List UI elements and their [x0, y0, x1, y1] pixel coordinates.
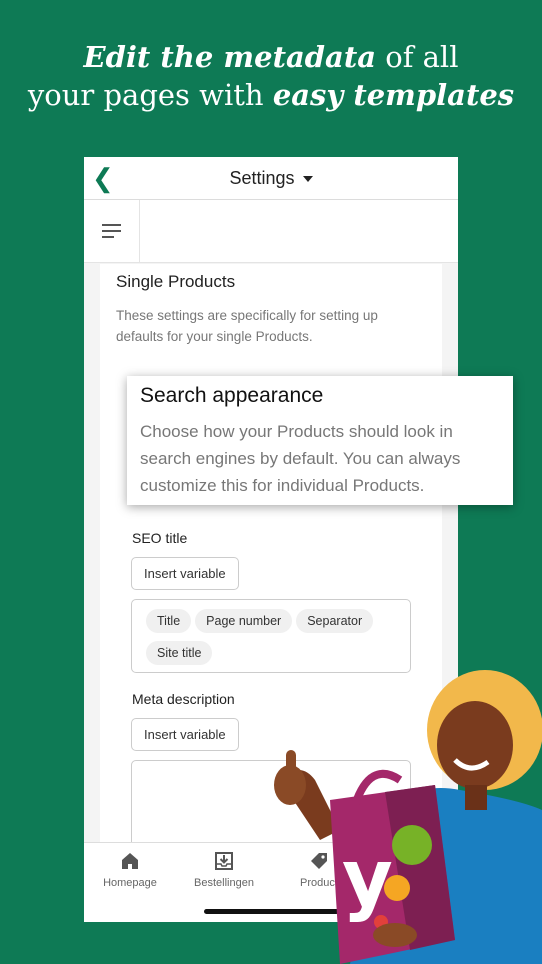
headline-emphasis: easy templates: [272, 78, 515, 112]
section-title: Single Products: [116, 272, 236, 291]
seo-title-label: SEO title: [132, 530, 188, 546]
variable-chip[interactable]: Title: [146, 609, 192, 633]
inbox-download-icon: [215, 852, 233, 870]
menu-icon: [102, 224, 121, 226]
callout-description: Choose how your Products should look in …: [140, 422, 461, 495]
seo-title-input[interactable]: Title Page number Separator Site title: [131, 599, 411, 673]
page-title: Settings: [229, 167, 295, 188]
callout-title: Search appearance: [140, 384, 324, 407]
headline-text: of all: [376, 40, 459, 74]
home-icon: [122, 853, 138, 869]
sub-bar: [84, 200, 458, 263]
tab-homepage[interactable]: Homepage: [85, 851, 175, 889]
variable-chip[interactable]: Separator: [296, 609, 374, 633]
caret-down-icon: [302, 175, 313, 182]
menu-icon: [102, 236, 114, 238]
back-chevron-icon[interactable]: ❮: [92, 165, 114, 191]
variable-chip[interactable]: Site title: [146, 641, 213, 665]
search-appearance-callout: Search appearance Choose how your Produc…: [127, 376, 513, 505]
variable-chip[interactable]: Page number: [195, 609, 293, 633]
menu-icon: [102, 230, 121, 232]
tab-bestellingen[interactable]: Bestellingen: [179, 851, 269, 889]
top-bar: ❮ Settings: [84, 157, 458, 200]
menu-button[interactable]: [84, 200, 140, 262]
settings-dropdown[interactable]: Settings: [229, 167, 313, 189]
headline-emphasis: Edit the metadata: [83, 40, 377, 74]
headline-text: your pages with: [27, 78, 273, 112]
tab-label: Homepage: [103, 877, 157, 889]
yoast-logo: y: [342, 834, 393, 924]
meta-description-label: Meta description: [132, 691, 235, 707]
headline: Edit the metadata of all your pages with…: [0, 38, 542, 114]
tab-label: Bestellingen: [194, 877, 254, 889]
insert-variable-button[interactable]: Insert variable: [131, 557, 239, 590]
mascot-illustration: y: [274, 670, 542, 964]
section-description: These settings are specifically for sett…: [116, 308, 378, 344]
insert-variable-button[interactable]: Insert variable: [131, 718, 239, 751]
